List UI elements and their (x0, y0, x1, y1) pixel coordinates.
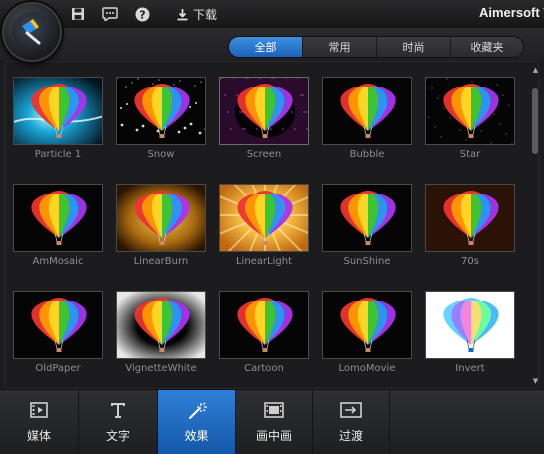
effect-thumbnail[interactable] (13, 77, 103, 145)
effect-thumbnail[interactable] (219, 184, 309, 252)
scroll-thumb[interactable] (532, 88, 538, 154)
film-icon (29, 401, 49, 421)
effect-label: LinearBurn (133, 256, 189, 267)
filter-tab[interactable]: 时尚 (377, 37, 451, 57)
effect-label: Invert (455, 363, 485, 374)
save-icon[interactable] (69, 5, 87, 23)
scroll-down-arrow-icon[interactable]: ▼ (531, 377, 540, 386)
transition-icon (339, 401, 363, 421)
effect-thumbnail[interactable] (219, 77, 309, 145)
filter-tab[interactable]: 收藏夹 (451, 37, 523, 57)
scroll-up-arrow-icon[interactable]: ▲ (531, 66, 540, 75)
effect-label: OldPaper (35, 363, 81, 374)
download-button[interactable]: 下载 (176, 4, 217, 24)
svg-text:?: ? (139, 8, 145, 21)
help-icon[interactable]: ? (133, 5, 151, 23)
effect-label: 70s (461, 256, 479, 267)
nav-button[interactable]: 画中画 (236, 390, 313, 454)
effect-label: SunShine (343, 256, 391, 267)
effect-thumbnail[interactable] (13, 184, 103, 252)
effect-label: Snow (147, 149, 175, 160)
nav-button[interactable]: 文字 (79, 390, 158, 454)
effect-thumbnail[interactable] (425, 291, 515, 359)
nav-label: 画中画 (255, 429, 292, 443)
nav-button[interactable]: 效果 (158, 390, 236, 454)
filter-tabs: 全部 常用 时尚 收藏夹 (228, 36, 524, 58)
nav-label: 媒体 (26, 429, 51, 443)
filter-tab[interactable]: 全部 (229, 37, 303, 57)
bottom-nav: 媒体 文字 效果 画中画 过渡 (0, 389, 544, 454)
effect-label: Star (459, 149, 481, 160)
picture-in-picture-icon (263, 401, 285, 421)
magic-wand-icon (187, 401, 207, 421)
chat-icon[interactable] (101, 5, 119, 23)
effect-label: LinearLight (235, 256, 293, 267)
effect-label: Screen (246, 149, 282, 160)
nav-label: 过渡 (338, 429, 363, 443)
filter-bar: 全部 常用 时尚 收藏夹 (0, 28, 544, 60)
app-logo[interactable] (2, 2, 62, 62)
effect-thumbnail[interactable] (13, 291, 103, 359)
download-icon (177, 8, 188, 20)
effect-thumbnail[interactable] (322, 291, 412, 359)
nav-label: 效果 (184, 429, 209, 443)
download-label: 下载 (193, 7, 218, 22)
effect-thumbnail[interactable] (116, 184, 206, 252)
effect-thumbnail[interactable] (116, 77, 206, 145)
effects-grid: ▲ ▼ Particle 1 Snow Screen Bubble Star A… (5, 61, 539, 389)
title-bar: ? 下载 Aimersoft V (0, 0, 544, 28)
text-icon (108, 401, 128, 421)
nav-button[interactable]: 过渡 (313, 390, 390, 454)
effect-thumbnail[interactable] (425, 77, 515, 145)
effect-label: VignetteWhite (125, 363, 197, 374)
effect-label: AmMosaic (32, 256, 84, 267)
effect-thumbnail[interactable] (116, 291, 206, 359)
effect-label: Bubble (349, 149, 385, 160)
magic-wand-logo-icon (12, 12, 52, 52)
nav-label: 文字 (105, 429, 130, 443)
filter-tab[interactable]: 常用 (303, 37, 377, 57)
app-brand: Aimersoft V (479, 5, 544, 20)
effect-thumbnail[interactable] (322, 77, 412, 145)
effect-label: Particle 1 (34, 149, 82, 160)
effect-thumbnail[interactable] (219, 291, 309, 359)
nav-button[interactable]: 媒体 (0, 390, 79, 454)
effect-label: Cartoon (244, 363, 284, 374)
effect-thumbnail[interactable] (425, 184, 515, 252)
effect-thumbnail[interactable] (322, 184, 412, 252)
vertical-scrollbar[interactable]: ▲ ▼ (531, 66, 540, 386)
effect-label: LomoMovie (338, 363, 396, 374)
